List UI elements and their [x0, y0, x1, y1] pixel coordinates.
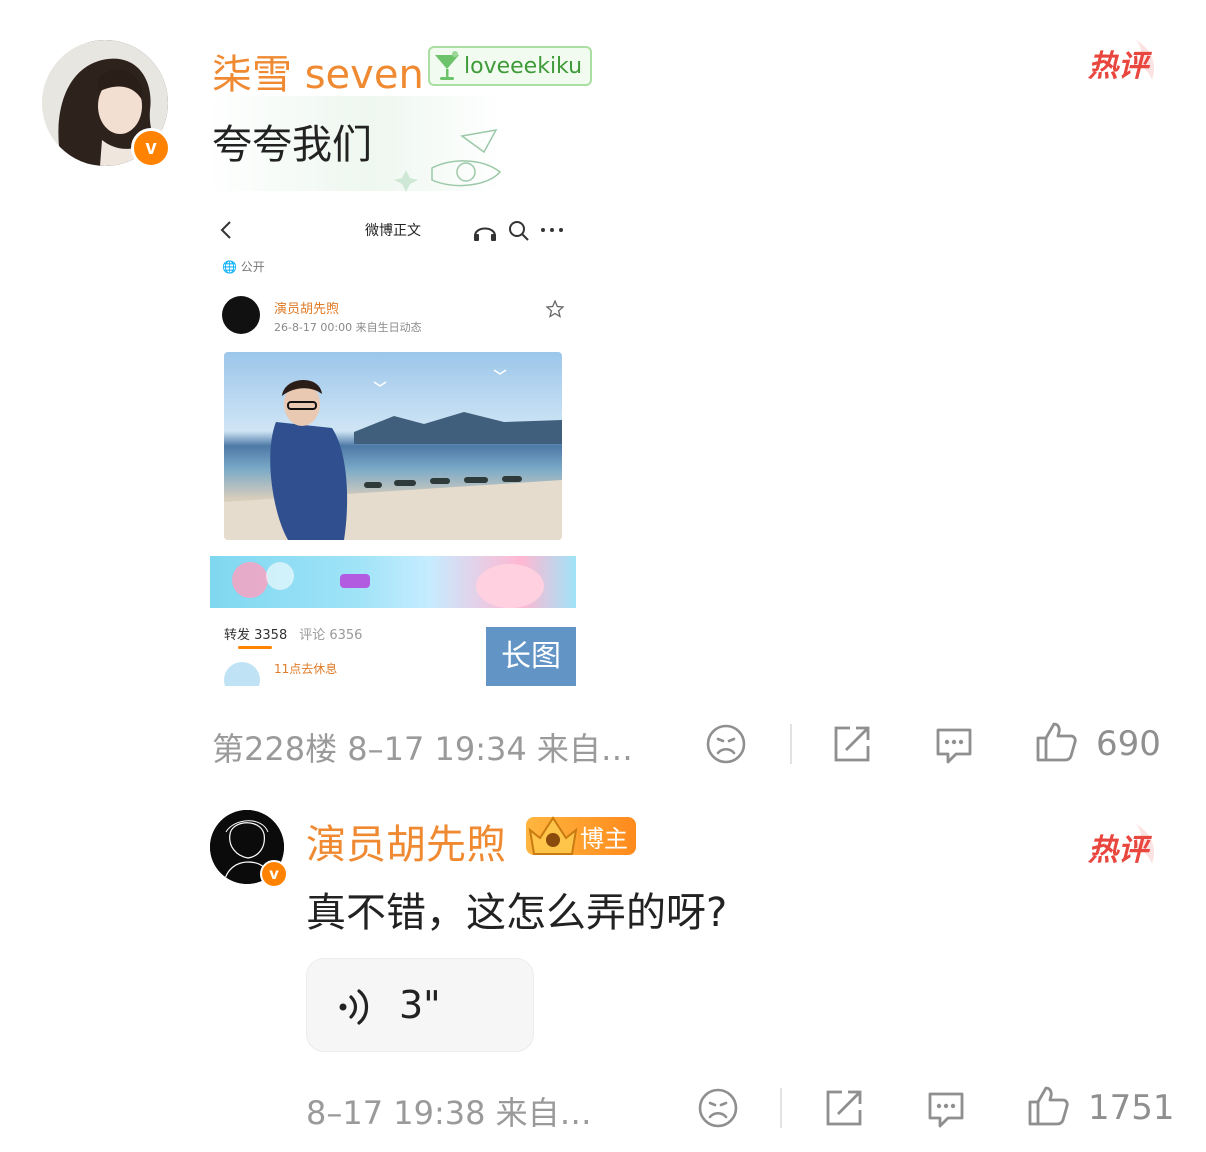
repost-tab: 转发 3358	[224, 628, 288, 643]
comments-tab: 评论 6356	[299, 628, 363, 643]
embedded-post-meta: 26-8-17 00:00 来自生日动态	[274, 321, 422, 334]
embedded-subcomment-name: 11点去休息	[274, 662, 338, 676]
birthday-banner	[210, 556, 576, 608]
hot-comment-badge: 热评	[1086, 36, 1162, 92]
voice-wave-icon	[339, 989, 369, 1025]
embedded-nav-title: 微博正文	[365, 223, 421, 239]
cocktail-icon	[430, 49, 464, 83]
commenter-name[interactable]: 柒雪 seven	[212, 42, 424, 100]
like-count: 690	[1096, 724, 1161, 764]
reply-text: 真不错，这怎么弄的呀?	[306, 890, 728, 936]
embedded-author-name: 演员胡先煦	[274, 302, 340, 317]
embedded-tabs: 转发 3358 评论 6356	[224, 624, 362, 643]
like-icon[interactable]	[1034, 720, 1078, 764]
embedded-author-avatar	[222, 296, 260, 334]
long-image-label[interactable]: 长图	[486, 627, 576, 686]
blogger-badge-label: 博主	[580, 824, 628, 853]
comment-text: 夸夸我们	[212, 122, 372, 168]
dislike-icon[interactable]	[696, 1086, 740, 1130]
favorite-star-icon	[546, 300, 564, 318]
hot-comment-badge: 热评	[1086, 820, 1162, 876]
reply-author-name[interactable]: 演员胡先煦	[306, 812, 506, 870]
embedded-subcomment-avatar	[224, 662, 260, 686]
voice-message[interactable]: 3"	[306, 958, 534, 1052]
bubble-decoration-icon	[392, 128, 512, 194]
fan-badge-label: loveeekiku	[464, 53, 583, 79]
share-icon[interactable]	[830, 722, 874, 766]
crown-icon	[528, 816, 578, 855]
beach-photo	[224, 352, 562, 540]
visibility-label: 🌐 公开	[222, 260, 265, 274]
reply-meta: 8–17 19:38 来自…	[306, 1094, 592, 1132]
hot-comment-label: 热评	[1087, 49, 1153, 84]
hot-comment-label: 热评	[1087, 833, 1153, 868]
active-tab-indicator	[238, 646, 272, 649]
verified-badge: v	[131, 128, 171, 168]
like-icon[interactable]	[1026, 1084, 1070, 1128]
comment-icon[interactable]	[924, 1086, 968, 1130]
verified-badge: v	[260, 860, 288, 888]
comment-icon[interactable]	[932, 722, 976, 766]
voice-duration: 3"	[399, 983, 441, 1027]
share-icon[interactable]	[822, 1086, 866, 1130]
embedded-image[interactable]: 微博正文 🌐 公开 演员胡先煦 26-8-17 00:00 来自生日动态 转发 …	[210, 200, 576, 686]
divider	[780, 1088, 782, 1128]
fan-badge[interactable]: loveeekiku	[428, 46, 593, 86]
comment-meta: 第228楼 8–17 19:34 来自…	[212, 730, 633, 768]
like-count: 1751	[1088, 1088, 1175, 1128]
divider	[790, 724, 792, 764]
dislike-icon[interactable]	[704, 722, 748, 766]
